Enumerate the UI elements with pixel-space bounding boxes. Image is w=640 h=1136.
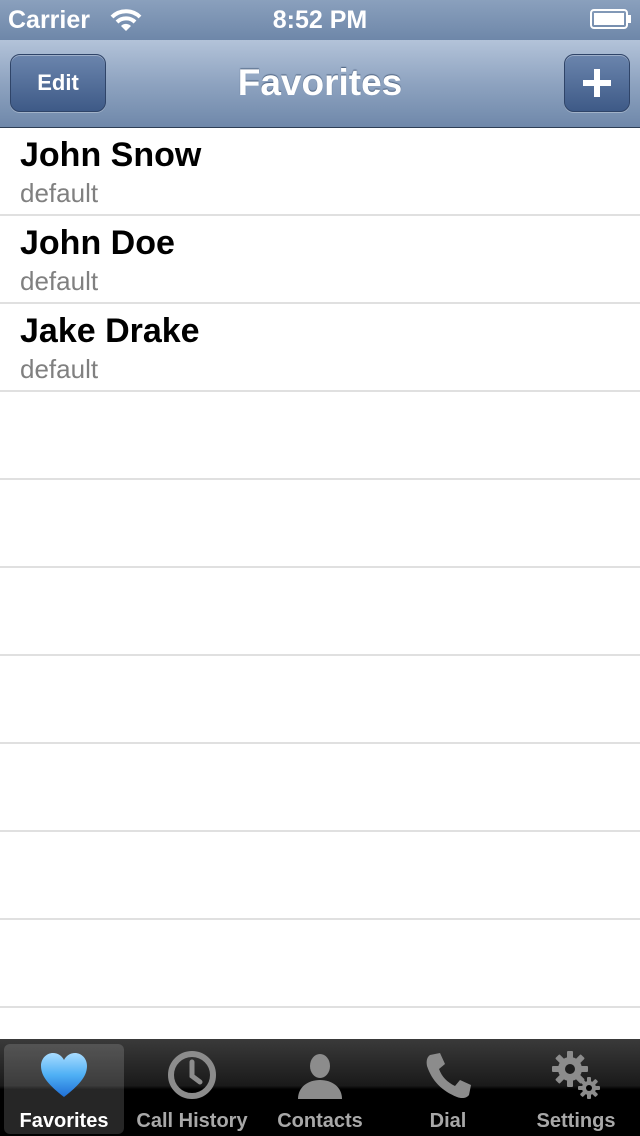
phone-icon <box>426 1053 471 1099</box>
tab-label: Favorites <box>19 1110 109 1132</box>
empty-row <box>0 392 640 480</box>
contact-name: John Snow <box>20 136 202 174</box>
tab-bar: Favorites Call History Contacts Dial Set… <box>0 1039 640 1136</box>
tab-call-history[interactable]: Call History <box>128 1039 256 1136</box>
tab-settings[interactable]: Settings <box>512 1039 640 1136</box>
tab-label: Dial <box>429 1110 467 1132</box>
contact-label: default <box>20 266 99 296</box>
list-item[interactable]: John Snow default <box>0 128 640 216</box>
tab-contacts[interactable]: Contacts <box>256 1039 384 1136</box>
list-item[interactable]: John Doe default <box>0 216 640 304</box>
battery-icon <box>590 9 631 29</box>
tab-favorites[interactable]: Favorites <box>0 1039 128 1136</box>
contact-name: Jake Drake <box>20 312 200 350</box>
tab-dial[interactable]: Dial <box>384 1039 512 1136</box>
tab-label: Contacts <box>277 1110 363 1132</box>
contact-label: default <box>20 354 99 384</box>
favorites-list: John Snow default John Doe default Jake … <box>0 128 640 1039</box>
list-item[interactable]: Jake Drake default <box>0 304 640 392</box>
empty-row <box>0 1008 640 1039</box>
plus-icon <box>583 69 611 97</box>
empty-row <box>0 656 640 744</box>
empty-row <box>0 744 640 832</box>
person-icon <box>298 1054 342 1099</box>
empty-row <box>0 920 640 1008</box>
contact-name: John Doe <box>20 224 175 262</box>
navigation-bar: Favorites Edit <box>0 40 640 128</box>
status-bar: Carrier 8:52 PM <box>0 0 640 40</box>
contact-label: default <box>20 178 99 208</box>
tab-label: Call History <box>136 1110 248 1132</box>
empty-row <box>0 568 640 656</box>
gears-icon <box>552 1051 600 1099</box>
edit-button[interactable]: Edit <box>10 54 106 112</box>
add-favorite-button[interactable] <box>564 54 630 112</box>
status-time: 8:52 PM <box>272 6 368 34</box>
empty-row <box>0 832 640 920</box>
heart-icon <box>41 1053 87 1097</box>
tab-label: Settings <box>536 1110 616 1132</box>
clock-icon <box>168 1051 216 1099</box>
empty-row <box>0 480 640 568</box>
